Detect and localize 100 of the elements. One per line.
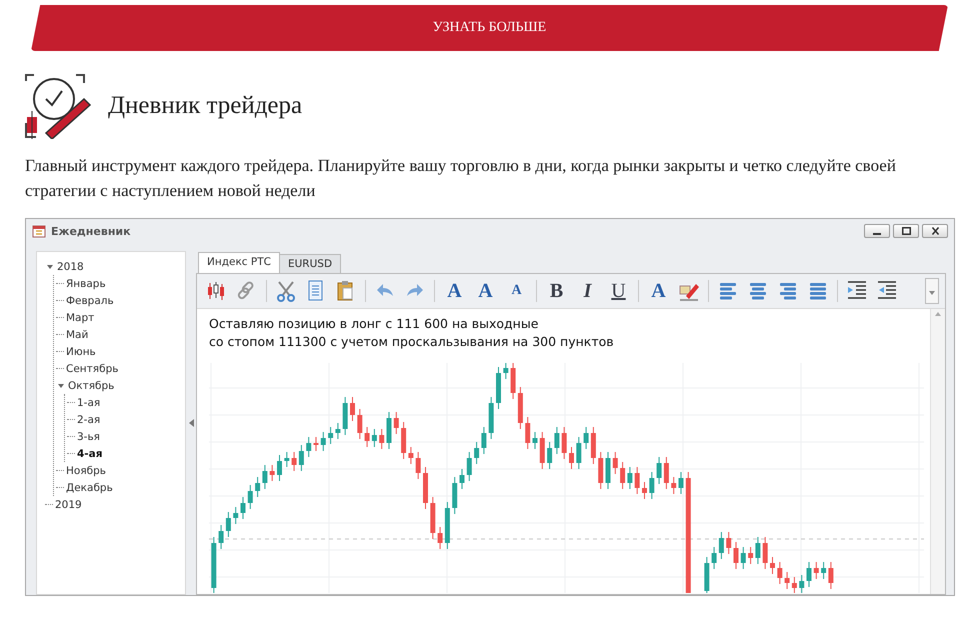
candlestick <box>226 512 231 538</box>
section-title: Дневник трейдера <box>108 92 302 120</box>
candlestick <box>270 464 275 482</box>
candlestick <box>755 536 760 564</box>
candlestick <box>423 466 428 510</box>
tree-item[interactable]: Декабрь <box>64 482 115 494</box>
undo-arrow-icon[interactable] <box>377 284 393 296</box>
candlestick <box>540 432 545 470</box>
candlestick <box>734 542 738 570</box>
candlestick <box>770 556 775 574</box>
maximize-icon <box>902 227 910 235</box>
candlestick <box>218 524 224 550</box>
candlestick <box>277 454 282 482</box>
candlestick <box>620 462 626 490</box>
candlestick <box>799 574 804 593</box>
bold-button[interactable]: B <box>542 278 571 304</box>
candlestick <box>532 432 538 450</box>
candlestick <box>364 426 370 448</box>
tree-item[interactable]: 2018 <box>55 260 86 272</box>
candlestick <box>408 446 414 464</box>
candlestick <box>298 444 304 472</box>
section-description: Главный инструмент каждого трейдера. Планируйте вашу торговлю в дни, когда рынки закрыты и четко следуйте своей стратегии с наступлением новой недели <box>25 155 897 202</box>
font-color-button[interactable]: A <box>644 278 673 304</box>
tree-item[interactable]: Май <box>64 328 90 340</box>
align-center-icon[interactable] <box>750 283 766 300</box>
shrink-font-button[interactable]: A <box>502 278 531 304</box>
candlestick <box>576 436 582 470</box>
note-text: со стопом 111300 с учетом проскальзывания на 300 пунктов <box>209 333 615 351</box>
candlestick <box>430 496 436 540</box>
candlestick <box>704 556 710 593</box>
justify-icon[interactable] <box>810 283 826 300</box>
tree-item[interactable]: Июнь <box>64 346 98 358</box>
maximize-button[interactable] <box>893 224 919 238</box>
candlestick <box>379 428 384 450</box>
indent-icon[interactable] <box>848 281 866 299</box>
tree-item[interactable]: 1-ая <box>75 396 102 408</box>
minimize-icon <box>873 233 881 235</box>
candlestick <box>814 562 819 580</box>
candlestick <box>562 426 567 460</box>
candlestick <box>726 532 732 554</box>
candlestick <box>496 366 501 410</box>
candlestick <box>598 452 604 490</box>
candlestick <box>678 472 684 494</box>
candlestick <box>401 422 406 460</box>
highlighter-icon[interactable] <box>680 284 699 301</box>
candlestick <box>240 496 246 520</box>
outdent-icon[interactable] <box>878 281 896 299</box>
candlestick <box>335 422 340 440</box>
tree-item[interactable]: Ноябрь <box>64 464 108 476</box>
tab[interactable]: EURUSD <box>278 254 342 273</box>
candlestick <box>481 426 486 454</box>
redo-arrow-icon[interactable] <box>407 284 423 296</box>
font-button[interactable]: A <box>440 278 469 304</box>
candlestick <box>777 562 782 584</box>
tree-item[interactable]: Сентябрь <box>64 362 120 374</box>
candlestick <box>284 452 290 468</box>
candlestick <box>292 452 297 472</box>
close-icon <box>932 227 938 235</box>
candlestick <box>828 562 834 590</box>
tree-item[interactable]: Октябрь <box>66 380 116 392</box>
tree-item[interactable]: 3-ья <box>75 430 102 442</box>
tree-item[interactable]: 2019 <box>53 498 84 510</box>
italic-button[interactable]: I <box>573 278 602 304</box>
close-button[interactable] <box>922 224 948 238</box>
tree-item[interactable]: Март <box>64 312 96 324</box>
candlestick <box>306 436 312 458</box>
collapse-arrow-icon[interactable] <box>188 419 194 427</box>
candlestick <box>712 546 717 570</box>
tab[interactable]: Индекс РТС <box>198 252 280 273</box>
grow-font-button[interactable]: A <box>471 278 500 304</box>
copy-icon[interactable] <box>308 280 322 300</box>
candlestick <box>474 442 480 464</box>
minimize-button[interactable] <box>864 224 890 238</box>
align-right-icon[interactable] <box>780 283 796 300</box>
clipboard-icon[interactable] <box>338 281 352 300</box>
tree-item[interactable]: Февраль <box>64 294 116 306</box>
candlestick-icon[interactable] <box>208 282 224 300</box>
tree-item[interactable]: 2-ая <box>75 414 102 426</box>
calendar-icon <box>32 224 46 238</box>
align-left-icon[interactable] <box>720 283 736 300</box>
candlestick <box>606 452 610 490</box>
candlestick <box>314 436 318 452</box>
candlestick <box>350 396 355 422</box>
candlestick <box>328 426 334 444</box>
candlestick <box>656 456 662 484</box>
candlestick <box>525 416 530 450</box>
tree-item[interactable]: Январь <box>64 278 108 290</box>
candlestick <box>262 464 268 490</box>
scissors-icon[interactable] <box>277 281 295 302</box>
candlestick <box>444 502 450 550</box>
underline-button[interactable]: U <box>604 278 633 304</box>
toolbar-overflow-button[interactable] <box>925 278 939 304</box>
learn-more-button[interactable]: УЗНАТЬ БОЛЬШЕ <box>31 5 948 51</box>
candlestick <box>718 532 724 560</box>
chain-link-icon[interactable] <box>236 280 255 300</box>
candlestick <box>748 546 754 564</box>
candlestick <box>510 363 516 400</box>
tree-item[interactable]: 4-ая <box>75 448 104 460</box>
dropdown-caret-icon <box>928 290 936 296</box>
candlestick <box>821 562 826 580</box>
